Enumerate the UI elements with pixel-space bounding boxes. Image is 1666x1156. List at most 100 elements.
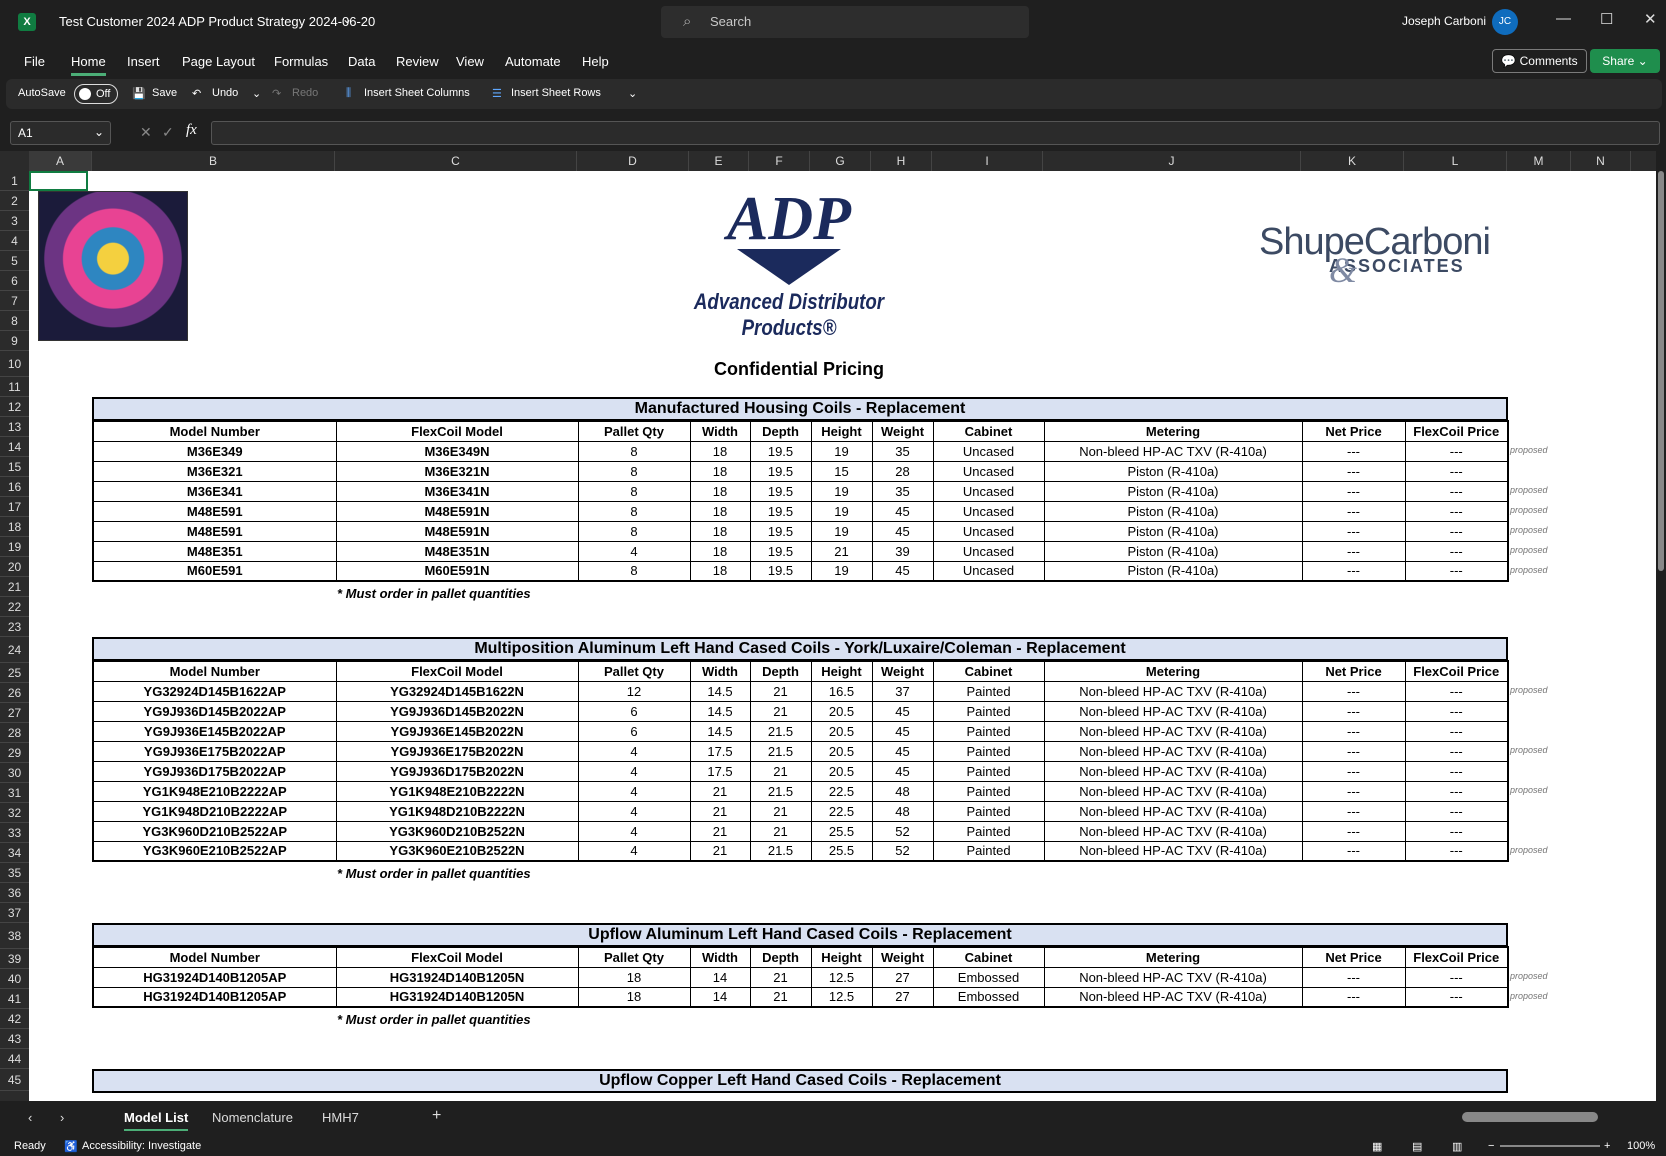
column-heading[interactable]: Model Number: [92, 946, 337, 968]
column-header-K[interactable]: K: [1301, 151, 1404, 171]
table-cell[interactable]: 17.5: [689, 740, 751, 762]
table-cell[interactable]: 19.5: [749, 440, 812, 462]
column-heading[interactable]: Weight: [871, 420, 934, 442]
table-cell[interactable]: 17.5: [689, 760, 751, 782]
table-cell[interactable]: 19: [810, 440, 873, 462]
prev-sheet-icon[interactable]: ‹: [28, 1110, 32, 1125]
table-cell[interactable]: M36E321N: [335, 460, 579, 482]
cancel-icon[interactable]: ✕: [140, 124, 152, 141]
table-cell[interactable]: ---: [1301, 480, 1406, 502]
table-cell[interactable]: 12.5: [810, 986, 873, 1008]
table-cell[interactable]: 18: [577, 966, 691, 988]
tab-home[interactable]: Home: [71, 54, 106, 76]
row-header-38[interactable]: 38: [0, 923, 29, 949]
table-cell[interactable]: 21.5: [749, 720, 812, 742]
table-cell[interactable]: Embossed: [932, 986, 1045, 1008]
table-cell[interactable]: ---: [1301, 680, 1406, 702]
column-header-F[interactable]: F: [749, 151, 810, 171]
column-heading[interactable]: Net Price: [1301, 946, 1406, 968]
table-cell[interactable]: 25.5: [810, 820, 873, 842]
sheet-tab-nomenclature[interactable]: Nomenclature: [212, 1110, 293, 1125]
row-header-4[interactable]: 4: [0, 231, 29, 251]
table-cell[interactable]: Non-bleed HP-AC TXV (R-410a): [1043, 966, 1303, 988]
table-cell[interactable]: 21: [689, 840, 751, 862]
table-cell[interactable]: 19.5: [749, 480, 812, 502]
column-heading[interactable]: Cabinet: [932, 946, 1045, 968]
table-cell[interactable]: 18: [689, 440, 751, 462]
add-sheet-icon[interactable]: +: [432, 1107, 441, 1125]
table-cell[interactable]: Painted: [932, 740, 1045, 762]
chevron-down-icon[interactable]: ⌄: [342, 12, 352, 26]
table-cell[interactable]: 48: [871, 800, 934, 822]
table-cell[interactable]: 27: [871, 986, 934, 1008]
table-cell[interactable]: Painted: [932, 760, 1045, 782]
column-heading[interactable]: Height: [810, 660, 873, 682]
table-cell[interactable]: 21: [749, 700, 812, 722]
tab-automate[interactable]: Automate: [505, 54, 561, 69]
table-cell[interactable]: 19: [810, 520, 873, 542]
table-cell[interactable]: 8: [577, 440, 691, 462]
table-cell[interactable]: 25.5: [810, 840, 873, 862]
table-cell[interactable]: 45: [871, 740, 934, 762]
row-header-33[interactable]: 33: [0, 823, 29, 843]
row-header-22[interactable]: 22: [0, 597, 29, 617]
table-cell[interactable]: M36E321: [92, 460, 337, 482]
table-cell[interactable]: Painted: [932, 780, 1045, 802]
table-cell[interactable]: 52: [871, 820, 934, 842]
column-heading[interactable]: Depth: [749, 660, 812, 682]
column-heading[interactable]: Cabinet: [932, 660, 1045, 682]
table-cell[interactable]: ---: [1404, 500, 1509, 522]
row-header-35[interactable]: 35: [0, 863, 29, 883]
row-header-26[interactable]: 26: [0, 683, 29, 703]
table-cell[interactable]: 4: [577, 820, 691, 842]
table-cell[interactable]: ---: [1404, 740, 1509, 762]
column-header-C[interactable]: C: [335, 151, 577, 171]
table-cell[interactable]: YG1K948E210B2222N: [335, 780, 579, 802]
table-cell[interactable]: 45: [871, 700, 934, 722]
page-break-icon[interactable]: ▥: [1452, 1140, 1462, 1153]
next-sheet-icon[interactable]: ›: [60, 1110, 64, 1125]
table-cell[interactable]: 6: [577, 700, 691, 722]
table-cell[interactable]: 6: [577, 720, 691, 742]
column-header-N[interactable]: N: [1571, 151, 1631, 171]
accessibility-status[interactable]: Accessibility: Investigate: [82, 1140, 201, 1152]
table-cell[interactable]: 21: [749, 680, 812, 702]
row-header-10[interactable]: 10: [0, 351, 29, 377]
table-cell[interactable]: ---: [1404, 720, 1509, 742]
table-cell[interactable]: YG9J936E145B2022AP: [92, 720, 337, 742]
tab-insert[interactable]: Insert: [127, 54, 160, 69]
column-heading[interactable]: Metering: [1043, 420, 1303, 442]
table-cell[interactable]: 19.5: [749, 560, 812, 582]
table-cell[interactable]: ---: [1301, 966, 1406, 988]
column-header-A[interactable]: A: [29, 151, 92, 171]
table-cell[interactable]: YG9J936E145B2022N: [335, 720, 579, 742]
table-cell[interactable]: ---: [1404, 966, 1509, 988]
table-cell[interactable]: YG9J936D145B2022N: [335, 700, 579, 722]
table-cell[interactable]: 4: [577, 800, 691, 822]
table-cell[interactable]: Piston (R-410a): [1043, 520, 1303, 542]
minimize-icon[interactable]: —: [1556, 10, 1571, 27]
table-cell[interactable]: ---: [1301, 800, 1406, 822]
table-cell[interactable]: Uncased: [932, 440, 1045, 462]
undo-icon[interactable]: ↶: [192, 87, 201, 100]
insert-rows-icon[interactable]: ☰: [492, 87, 502, 100]
row-header-18[interactable]: 18: [0, 517, 29, 537]
table-cell[interactable]: 14: [689, 986, 751, 1008]
table-cell[interactable]: YG1K948D210B2222N: [335, 800, 579, 822]
table-cell[interactable]: Non-bleed HP-AC TXV (R-410a): [1043, 840, 1303, 862]
row-header-41[interactable]: 41: [0, 989, 29, 1009]
table-cell[interactable]: ---: [1404, 480, 1509, 502]
table-cell[interactable]: 8: [577, 520, 691, 542]
horizontal-scrollbar[interactable]: [1462, 1112, 1598, 1122]
table-cell[interactable]: Painted: [932, 680, 1045, 702]
table-cell[interactable]: ---: [1301, 986, 1406, 1008]
row-header-43[interactable]: 43: [0, 1029, 29, 1049]
table-cell[interactable]: 4: [577, 780, 691, 802]
row-header-17[interactable]: 17: [0, 497, 29, 517]
table-cell[interactable]: Non-bleed HP-AC TXV (R-410a): [1043, 440, 1303, 462]
zoom-level[interactable]: 100%: [1627, 1140, 1655, 1152]
column-heading[interactable]: FlexCoil Model: [335, 420, 579, 442]
table-cell[interactable]: 8: [577, 560, 691, 582]
table-cell[interactable]: Non-bleed HP-AC TXV (R-410a): [1043, 760, 1303, 782]
table-cell[interactable]: M60E591: [92, 560, 337, 582]
